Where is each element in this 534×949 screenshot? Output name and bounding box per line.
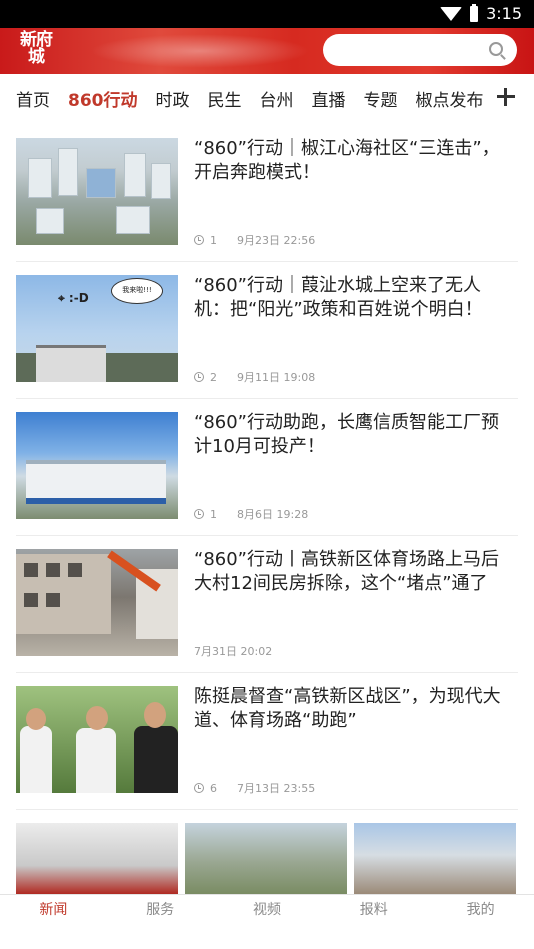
- publish-time: 8月6日 19:28: [237, 508, 309, 521]
- gallery-news-item[interactable]: [16, 823, 518, 894]
- battery-icon: [470, 4, 479, 22]
- news-list: “860”行动｜椒江心海社区“三连击”，开启奔跑模式！ 1 9月23日 22:5…: [0, 125, 534, 810]
- news-title: “860”行动｜椒江心海社区“三连击”，开启奔跑模式！: [194, 138, 500, 183]
- view-count: 1: [210, 507, 217, 521]
- add-channel-icon[interactable]: [496, 87, 516, 107]
- view-count-icon: [194, 235, 204, 245]
- tab-home[interactable]: 首页: [16, 86, 50, 111]
- news-meta: 1 8月6日 19:28: [194, 506, 308, 522]
- news-thumbnail-factory: [16, 412, 178, 519]
- view-count: 6: [210, 781, 217, 795]
- view-count: 2: [210, 370, 217, 384]
- gallery-image-aerial-residential: [185, 823, 347, 894]
- speech-bubble: 我来啦!!!: [111, 278, 163, 304]
- news-item[interactable]: 陈挺晨督查“高铁新区战区”，为现代大道、体育场路“助跑” 6 7月13日 23:…: [16, 673, 518, 810]
- tab-live[interactable]: 直播: [312, 86, 346, 111]
- logo-text: 新府城: [20, 30, 53, 67]
- channel-tabs: 首页 860行动 时政 民生 台州 直播 专题 椒点发布: [0, 74, 534, 122]
- news-item[interactable]: ⌖ :-D 我来啦!!! “860”行动｜葭沚水城上空来了无人机：把“阳光”政策…: [16, 262, 518, 399]
- wifi-icon: [440, 7, 463, 21]
- nav-report[interactable]: 报料: [320, 895, 427, 949]
- publish-time: 7月31日 20:02: [194, 645, 273, 658]
- news-thumbnail-drone: ⌖ :-D 我来啦!!!: [16, 275, 178, 382]
- news-item[interactable]: “860”行动助跑，长鹰信质智能工厂预计10月可投产！ 1 8月6日 19:28: [16, 399, 518, 536]
- app-header: 新府城: [0, 28, 534, 74]
- tab-special[interactable]: 专题: [364, 86, 398, 111]
- status-bar: 3:15: [0, 0, 534, 28]
- search-icon[interactable]: [489, 42, 503, 56]
- drone-icon: ⌖ :-D: [58, 291, 89, 305]
- news-meta: 2 9月11日 19:08: [194, 369, 315, 385]
- bottom-nav: 新闻 服务 视频 报料 我的: [0, 894, 534, 949]
- news-title: “860”行动｜葭沚水城上空来了无人机：把“阳光”政策和百姓说个明白！: [194, 275, 483, 320]
- news-meta: 6 7月13日 23:55: [194, 780, 315, 796]
- search-input[interactable]: [323, 34, 517, 66]
- tab-taizhou[interactable]: 台州: [260, 86, 294, 111]
- tab-860-action[interactable]: 860行动: [68, 86, 138, 111]
- news-title: 陈挺晨督查“高铁新区战区”，为现代大道、体育场路“助跑”: [194, 686, 501, 731]
- news-meta: 1 9月23日 22:56: [194, 232, 315, 248]
- news-title: “860”行动丨高铁新区体育场路上马后大村12间民房拆除，这个“堵点”通了: [194, 549, 500, 594]
- nav-news[interactable]: 新闻: [0, 895, 107, 949]
- view-count: 1: [210, 233, 217, 247]
- publish-time: 7月13日 23:55: [237, 782, 316, 795]
- news-item[interactable]: “860”行动丨高铁新区体育场路上马后大村12间民房拆除，这个“堵点”通了 7月…: [16, 536, 518, 673]
- gallery-image-meeting-room: [16, 823, 178, 894]
- tab-livelihood[interactable]: 民生: [208, 86, 242, 111]
- publish-time: 9月11日 19:08: [237, 371, 316, 384]
- nav-services[interactable]: 服务: [107, 895, 214, 949]
- gallery-image-industrial: [354, 823, 516, 894]
- nav-video[interactable]: 视频: [214, 895, 321, 949]
- news-meta: 7月31日 20:02: [194, 643, 272, 659]
- tab-politics[interactable]: 时政: [156, 86, 190, 111]
- news-title: “860”行动助跑，长鹰信质智能工厂预计10月可投产！: [194, 412, 500, 457]
- tab-jiaodian-release[interactable]: 椒点发布: [416, 86, 484, 111]
- view-count-icon: [194, 509, 204, 519]
- view-count-icon: [194, 783, 204, 793]
- news-thumbnail-demolition: [16, 549, 178, 656]
- publish-time: 9月23日 22:56: [237, 234, 316, 247]
- view-count-icon: [194, 372, 204, 382]
- news-thumbnail-inspection: [16, 686, 178, 793]
- app-logo[interactable]: 新府城: [14, 32, 58, 70]
- status-time: 3:15: [486, 4, 522, 23]
- news-thumbnail-aerial-city: [16, 138, 178, 245]
- news-item[interactable]: “860”行动｜椒江心海社区“三连击”，开启奔跑模式！ 1 9月23日 22:5…: [16, 125, 518, 262]
- nav-mine[interactable]: 我的: [427, 895, 534, 949]
